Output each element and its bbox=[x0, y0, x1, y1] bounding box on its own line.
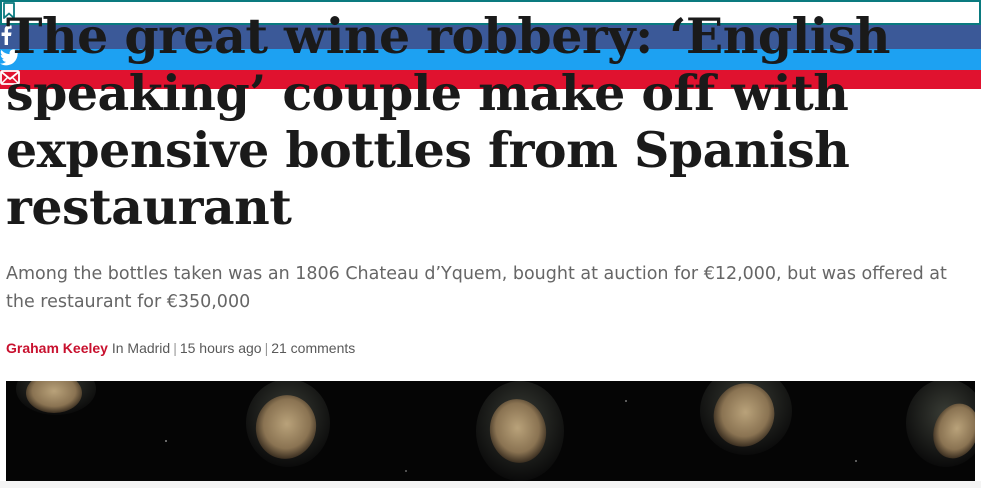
byline-divider: | bbox=[173, 340, 177, 356]
article-standfirst: Among the bottles taken was an 1806 Chat… bbox=[6, 264, 947, 312]
article-headline: The great wine robbery: ‘English speakin… bbox=[6, 7, 891, 236]
location-text: In Madrid bbox=[111, 340, 171, 356]
byline-divider: | bbox=[264, 340, 269, 356]
hero-image bbox=[6, 381, 975, 488]
timestamp: 15 hours ago bbox=[179, 340, 262, 356]
bottom-strip bbox=[0, 481, 981, 488]
byline: Graham Keeley In Madrid | 15 hours ago | 21 … bbox=[6, 338, 355, 358]
comments-link[interactable]: 21 comments bbox=[271, 340, 355, 356]
author-link[interactable]: Graham Keeley bbox=[6, 340, 108, 356]
